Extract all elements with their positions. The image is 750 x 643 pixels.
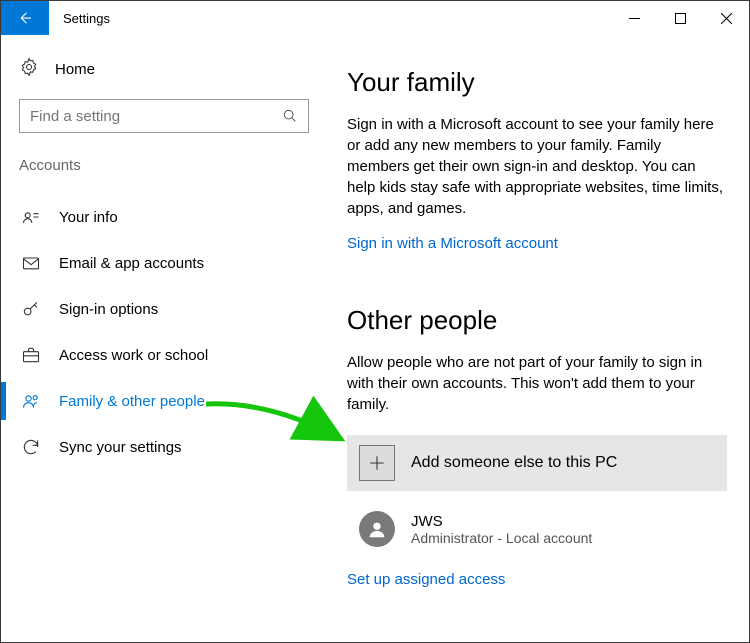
home-label: Home [55, 61, 95, 78]
sidebar-nav: Your info Email & app accounts Sign-in o… [19, 194, 311, 470]
back-arrow-icon [16, 9, 34, 27]
sync-icon [21, 437, 41, 457]
family-description: Sign in with a Microsoft account to see … [347, 114, 727, 219]
sidebar-item-access-work-school[interactable]: Access work or school [19, 332, 311, 378]
maximize-button[interactable] [657, 1, 703, 35]
sidebar-item-label: Sync your settings [59, 439, 182, 456]
user-row[interactable]: JWS Administrator - Local account [347, 505, 727, 553]
plus-icon [359, 445, 395, 481]
mail-icon [21, 253, 41, 273]
close-icon [721, 13, 732, 24]
other-people-description: Allow people who are not part of your fa… [347, 352, 727, 415]
sidebar-item-signin-options[interactable]: Sign-in options [19, 286, 311, 332]
sidebar-item-label: Sign-in options [59, 301, 158, 318]
person-card-icon [21, 207, 41, 227]
add-someone-button[interactable]: Add someone else to this PC [347, 435, 727, 491]
search-icon [282, 108, 298, 124]
category-heading: Accounts [19, 157, 311, 174]
sidebar-item-family-other-people[interactable]: Family & other people [19, 378, 311, 424]
main-content: Your family Sign in with a Microsoft acc… [311, 35, 749, 642]
close-button[interactable] [703, 1, 749, 35]
minimize-button[interactable] [611, 1, 657, 35]
briefcase-icon [21, 345, 41, 365]
maximize-icon [675, 13, 686, 24]
user-subtitle: Administrator - Local account [411, 530, 592, 546]
sidebar-item-label: Family & other people [59, 393, 205, 410]
assigned-access-link[interactable]: Set up assigned access [347, 571, 505, 588]
sidebar-item-sync-settings[interactable]: Sync your settings [19, 424, 311, 470]
titlebar: Settings [1, 1, 749, 35]
sidebar-item-label: Email & app accounts [59, 255, 204, 272]
sidebar-item-your-info[interactable]: Your info [19, 194, 311, 240]
sidebar-item-label: Access work or school [59, 347, 208, 364]
search-input[interactable] [30, 108, 282, 125]
key-icon [21, 299, 41, 319]
people-icon [21, 391, 41, 411]
user-name: JWS [411, 513, 592, 530]
sidebar: Home Accounts Your info Email & app acco… [1, 35, 311, 642]
sidebar-item-label: Your info [59, 209, 118, 226]
search-box[interactable] [19, 99, 309, 133]
add-someone-label: Add someone else to this PC [411, 454, 617, 472]
minimize-icon [629, 13, 640, 24]
back-button[interactable] [1, 1, 49, 35]
family-heading: Your family [347, 67, 727, 98]
avatar-icon [359, 511, 395, 547]
window-title: Settings [49, 1, 110, 35]
gear-icon [19, 57, 39, 81]
home-button[interactable]: Home [19, 57, 311, 81]
window-controls [611, 1, 749, 35]
sidebar-item-email-accounts[interactable]: Email & app accounts [19, 240, 311, 286]
signin-microsoft-link[interactable]: Sign in with a Microsoft account [347, 235, 558, 252]
other-people-heading: Other people [347, 305, 727, 336]
